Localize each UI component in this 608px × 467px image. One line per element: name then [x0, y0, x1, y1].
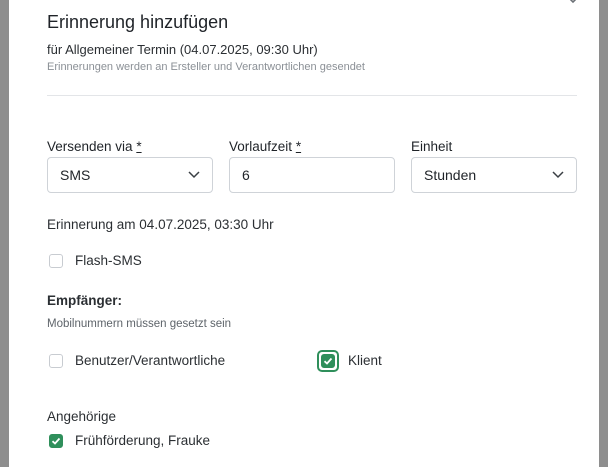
via-label: Versenden via * [47, 139, 142, 154]
unit-select-value: Stunden [424, 167, 477, 183]
divider [47, 95, 577, 96]
dialog-subtitle: für Allgemeiner Termin (04.07.2025, 09:3… [47, 42, 318, 57]
reminder-dialog: Erinnerung hinzufügen für Allgemeiner Te… [9, 0, 599, 467]
relative-label: Frühförderung, Frauke [75, 433, 211, 448]
close-icon[interactable] [565, 0, 581, 8]
recipients-note: Mobilnummern müssen gesetzt sein [47, 318, 232, 330]
relative-checkbox[interactable] [49, 434, 63, 448]
reminder-datetime: Erinnerung am 04.07.2025, 03:30 Uhr [47, 217, 274, 232]
check-icon [51, 437, 61, 445]
unit-select[interactable]: Stunden [411, 157, 577, 193]
chevron-down-icon [188, 171, 200, 179]
chevron-down-icon [552, 171, 564, 179]
dialog-hint: Erinnerungen werden an Ersteller und Ver… [47, 61, 365, 73]
users-checkbox[interactable] [49, 354, 63, 368]
client-label: Klient [348, 353, 382, 368]
users-label: Benutzer/Verantwortliche [75, 353, 226, 368]
lead-time-label: Vorlaufzeit * [229, 139, 302, 154]
recipients-heading: Empfänger: [47, 293, 123, 308]
dialog-title: Erinnerung hinzufügen [47, 12, 229, 32]
check-icon [323, 357, 333, 365]
client-checkbox[interactable] [321, 354, 335, 368]
via-select-value: SMS [60, 167, 91, 183]
flash-sms-checkbox[interactable] [49, 254, 63, 268]
lead-time-value: 6 [242, 167, 250, 183]
relatives-heading: Angehörige [47, 409, 117, 424]
unit-label: Einheit [411, 139, 453, 154]
via-select[interactable]: SMS [47, 157, 213, 193]
lead-time-input[interactable]: 6 [229, 157, 395, 193]
required-mark: * [295, 139, 302, 154]
required-mark: * [136, 139, 142, 154]
flash-sms-label: Flash-SMS [75, 253, 142, 268]
